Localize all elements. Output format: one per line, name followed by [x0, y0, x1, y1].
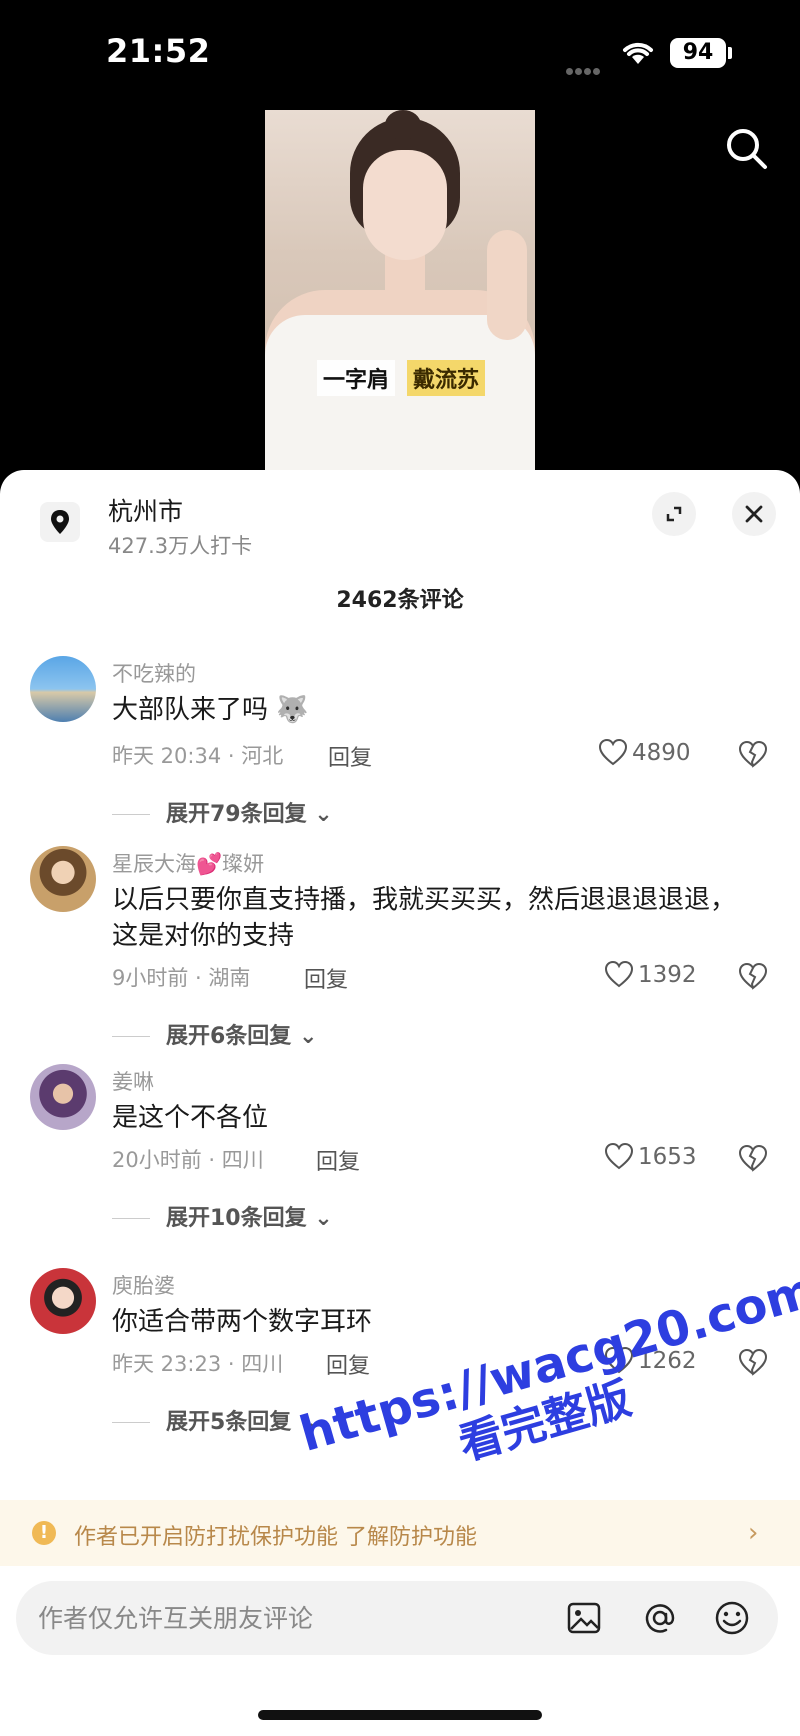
expand-replies-label: 展开10条回复 [166, 1206, 307, 1231]
expand-replies-label: 展开5条回复 [166, 1410, 292, 1435]
comment-meta: 20小时前 · 四川 [112, 1148, 264, 1172]
image-icon[interactable] [564, 1598, 604, 1638]
comments-sheet: 杭州市 427.3万人打卡 2462条评论 不吃辣的 大部队来了吗 🐺 昨天 2… [0, 470, 800, 1736]
battery-tip [728, 47, 732, 59]
video-caption-right: 戴流苏 [407, 360, 486, 396]
like-count: 1653 [638, 1144, 697, 1170]
reply-button[interactable]: 回复 [328, 740, 372, 772]
heart-icon [604, 1142, 634, 1170]
avatar[interactable] [30, 1064, 96, 1130]
comment-meta: 昨天 23:23 · 四川 [112, 1352, 284, 1376]
avatar[interactable] [30, 656, 96, 722]
comment-input-bar [16, 1581, 778, 1655]
video-figure-bun [385, 110, 421, 140]
like-button[interactable]: 1392 [604, 960, 697, 988]
video-caption-left: 一字肩 [317, 360, 396, 396]
expand-icon[interactable] [652, 492, 696, 536]
wifi-icon [623, 42, 653, 64]
at-icon[interactable] [640, 1598, 680, 1638]
divider [112, 1218, 150, 1219]
chevron-right-icon: › [748, 1518, 759, 1548]
comment-username[interactable]: 姜啉 [112, 1066, 154, 1096]
like-count: 1392 [638, 962, 697, 988]
avatar[interactable] [30, 846, 96, 912]
location-pin-icon[interactable] [40, 502, 80, 542]
heart-icon [598, 738, 628, 766]
comment-meta: 昨天 20:34 · 河北 [112, 744, 284, 768]
broken-heart-icon[interactable] [738, 962, 768, 990]
close-icon[interactable] [732, 492, 776, 536]
like-button[interactable]: 1653 [604, 1142, 697, 1170]
home-indicator [258, 1710, 542, 1720]
info-icon: ! [32, 1521, 56, 1545]
status-time: 21:52 [106, 32, 211, 70]
video-thumbnail[interactable]: 一字肩 戴流苏 [265, 110, 535, 470]
comment-count: 2462条评论 [336, 588, 464, 613]
location-checkins: 427.3万人打卡 [108, 534, 253, 558]
comment-meta: 9小时前 · 湖南 [112, 966, 251, 990]
protection-notice[interactable]: ! 作者已开启防打扰保护功能 了解防护功能 › [0, 1500, 800, 1566]
reply-button[interactable]: 回复 [304, 962, 348, 994]
avatar[interactable] [30, 1268, 96, 1334]
comment-username[interactable]: 星辰大海💕璨妍 [112, 848, 264, 878]
like-count: 4890 [632, 740, 691, 766]
divider [112, 1422, 150, 1423]
status-bar: 21:52 94 [0, 0, 800, 100]
location-name[interactable]: 杭州市 [108, 492, 183, 528]
comment-text: 大部队来了吗 🐺 [112, 695, 309, 725]
expand-replies-button[interactable]: 展开6条回复 ⌄ [112, 1018, 317, 1050]
divider [112, 814, 150, 815]
comment-text: 以后只要你直支持播，我就买买买，然后退退退退退，这是对你的支持 [112, 885, 737, 951]
video-figure-face [363, 150, 447, 260]
comment-input[interactable] [38, 1581, 538, 1655]
video-figure-top [265, 315, 535, 470]
video-figure-hand [487, 230, 527, 340]
heart-icon [604, 960, 634, 988]
notice-text: 作者已开启防打扰保护功能 了解防护功能 [74, 1525, 477, 1550]
comment-username[interactable]: 庾胎婆 [112, 1270, 175, 1300]
expand-replies-button[interactable]: 展开5条回复 ⌄ [112, 1404, 317, 1436]
expand-replies-button[interactable]: 展开10条回复 ⌄ [112, 1200, 333, 1232]
comment-text: 是这个不各位 [112, 1103, 269, 1133]
divider [112, 1036, 150, 1037]
reply-button[interactable]: 回复 [326, 1348, 370, 1380]
expand-replies-button[interactable]: 展开79条回复 ⌄ [112, 796, 333, 828]
broken-heart-icon[interactable] [738, 1144, 768, 1172]
broken-heart-icon[interactable] [738, 740, 768, 768]
search-icon[interactable] [724, 126, 770, 172]
comment-username[interactable]: 不吃辣的 [112, 658, 196, 688]
battery-indicator: 94 [670, 38, 726, 68]
expand-replies-label: 展开79条回复 [166, 802, 307, 827]
emoji-icon[interactable] [712, 1598, 752, 1638]
reply-button[interactable]: 回复 [316, 1144, 360, 1176]
cellular-signal-icon [566, 60, 608, 75]
expand-replies-label: 展开6条回复 [166, 1024, 292, 1049]
like-button[interactable]: 4890 [598, 738, 691, 766]
